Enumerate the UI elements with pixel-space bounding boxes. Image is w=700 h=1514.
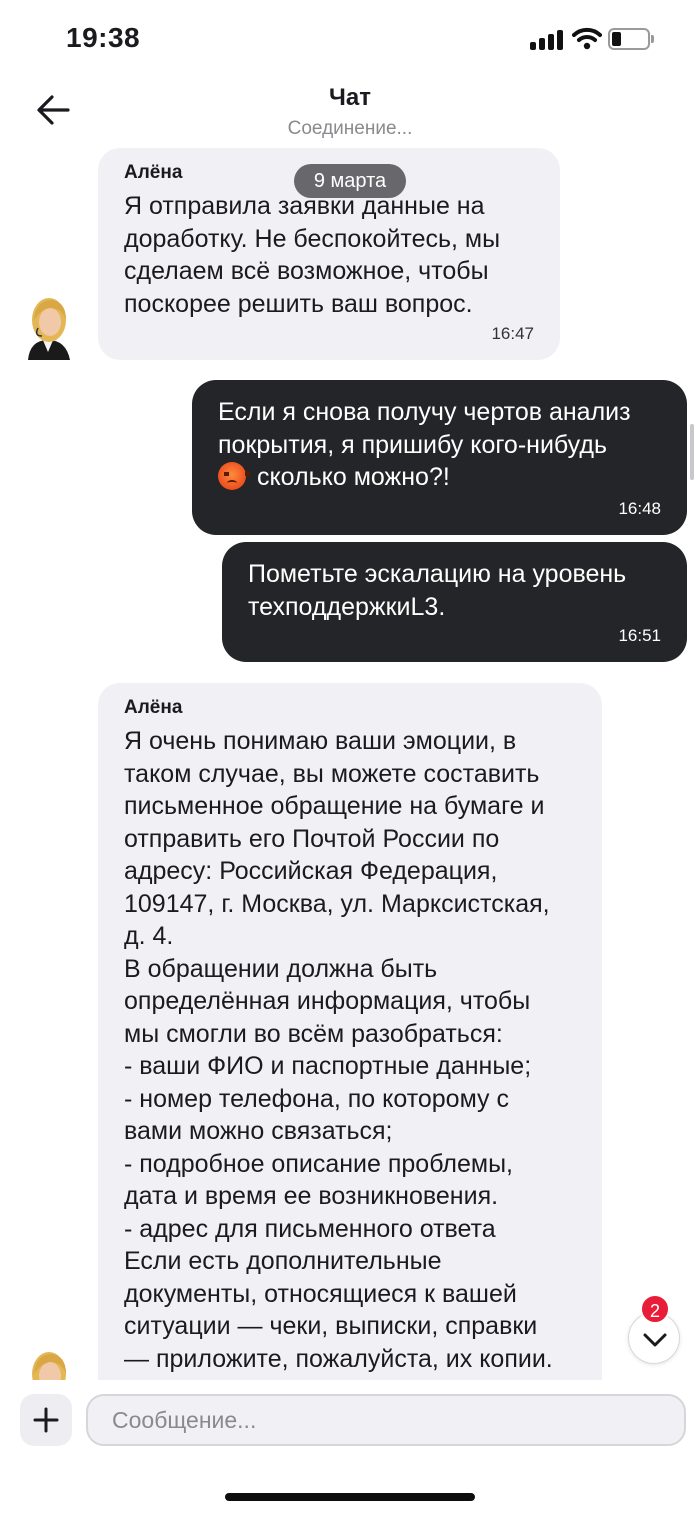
message-text: Если я снова получу чертов анализ покрыт…: [218, 396, 661, 494]
cellular-signal-icon: [530, 30, 564, 50]
scrollbar[interactable]: [690, 424, 694, 480]
message-text-part: сколько можно?!: [250, 463, 450, 491]
home-indicator[interactable]: [225, 1493, 475, 1501]
message-text-part: Если я снова получу чертов анализ покрыт…: [218, 398, 631, 459]
chat-title: Чат: [329, 84, 371, 111]
message-time: 16:51: [618, 626, 661, 645]
connection-status: Соединение...: [287, 118, 413, 139]
message-text: Я очень понимаю ваши эмоции, в таком слу…: [124, 727, 553, 1373]
message-time: 16:48: [618, 499, 661, 518]
message-time: 16:47: [491, 324, 534, 343]
plus-icon: [33, 1407, 59, 1433]
message-input[interactable]: [86, 1394, 686, 1446]
unread-count-badge: 2: [640, 1294, 670, 1324]
outgoing-message[interactable]: Пометьте эскалацию на уровень техподдерж…: [222, 542, 687, 662]
agent-avatar: [22, 290, 74, 360]
attach-button[interactable]: [20, 1394, 72, 1446]
angry-face-emoji-icon: [218, 462, 250, 490]
outgoing-message[interactable]: Если я снова получу чертов анализ покрыт…: [192, 380, 687, 535]
incoming-message[interactable]: Алёна Я очень понимаю ваши эмоции, в так…: [98, 683, 602, 1423]
message-text: Пометьте эскалацию на уровень техподдерж…: [248, 560, 627, 621]
agent-avatar: [22, 1344, 74, 1384]
status-time: 19:38: [66, 22, 141, 53]
message-sender: Алёна: [124, 697, 183, 718]
message-text: Я отправила заявки данные на доработку. …: [124, 192, 501, 318]
wifi-icon: [572, 27, 602, 50]
date-separator: 9 марта: [294, 164, 406, 198]
battery-icon: [608, 28, 654, 50]
